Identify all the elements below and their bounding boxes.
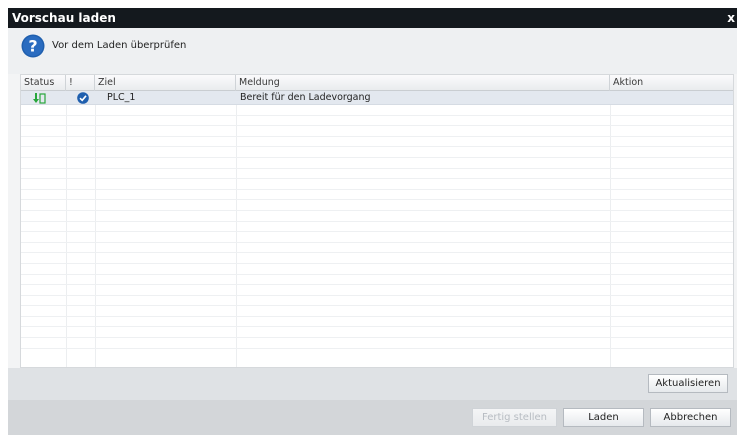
refresh-button[interactable]: Aktualisieren xyxy=(648,374,728,393)
table-row xyxy=(21,285,733,296)
table-row xyxy=(21,126,733,137)
dialog-footer: Fertig stellen Laden Abbrechen xyxy=(8,400,737,435)
target-cell: PLC_1 xyxy=(107,92,136,103)
column-header-target[interactable]: Ziel xyxy=(95,75,236,91)
svg-text:?: ? xyxy=(28,37,37,56)
table-row xyxy=(21,338,733,349)
table-row xyxy=(21,306,733,317)
table-row xyxy=(21,253,733,264)
load-table: Status ! Ziel Meldung Aktion PLC_1 Berei… xyxy=(20,74,734,368)
message-cell: Bereit für den Ladevorgang xyxy=(240,92,371,103)
column-header-message[interactable]: Meldung xyxy=(236,75,610,91)
table-row xyxy=(21,275,733,286)
table-row xyxy=(21,200,733,211)
table-row xyxy=(21,222,733,233)
close-icon[interactable]: x xyxy=(727,8,735,28)
table-row xyxy=(21,105,733,116)
table-row xyxy=(21,317,733,328)
column-header-alert[interactable]: ! xyxy=(66,75,95,91)
download-status-icon xyxy=(33,93,46,104)
table-row xyxy=(21,116,733,127)
cancel-button[interactable]: Abbrechen xyxy=(650,408,731,427)
load-preview-dialog: Vorschau laden x ? Vor dem Laden überprü… xyxy=(8,8,737,435)
load-button[interactable]: Laden xyxy=(563,408,644,427)
dialog-title: Vorschau laden xyxy=(12,11,116,25)
table-rows: PLC_1 Bereit für den Ladevorgang xyxy=(21,91,733,349)
table-header: Status ! Ziel Meldung Aktion xyxy=(21,75,733,91)
table-row xyxy=(21,296,733,307)
table-row xyxy=(21,147,733,158)
check-circle-icon xyxy=(77,92,89,104)
table-row xyxy=(21,243,733,254)
finish-button[interactable]: Fertig stellen xyxy=(472,408,557,427)
table-row xyxy=(21,179,733,190)
header-text: Vor dem Laden überprüfen xyxy=(52,40,187,51)
table-row xyxy=(21,158,733,169)
table-row xyxy=(21,232,733,243)
table-row xyxy=(21,169,733,180)
table-row xyxy=(21,190,733,201)
table-row xyxy=(21,137,733,148)
column-header-status[interactable]: Status xyxy=(21,75,66,91)
header-area: ? Vor dem Laden überprüfen xyxy=(8,28,737,74)
table-row[interactable]: PLC_1 Bereit für den Ladevorgang xyxy=(21,91,733,105)
question-icon: ? xyxy=(21,34,45,58)
table-row xyxy=(21,264,733,275)
table-row xyxy=(21,211,733,222)
title-bar: Vorschau laden x xyxy=(8,8,737,28)
refresh-area: Aktualisieren xyxy=(8,368,737,400)
column-header-action[interactable]: Aktion xyxy=(610,75,733,91)
table-row xyxy=(21,327,733,339)
